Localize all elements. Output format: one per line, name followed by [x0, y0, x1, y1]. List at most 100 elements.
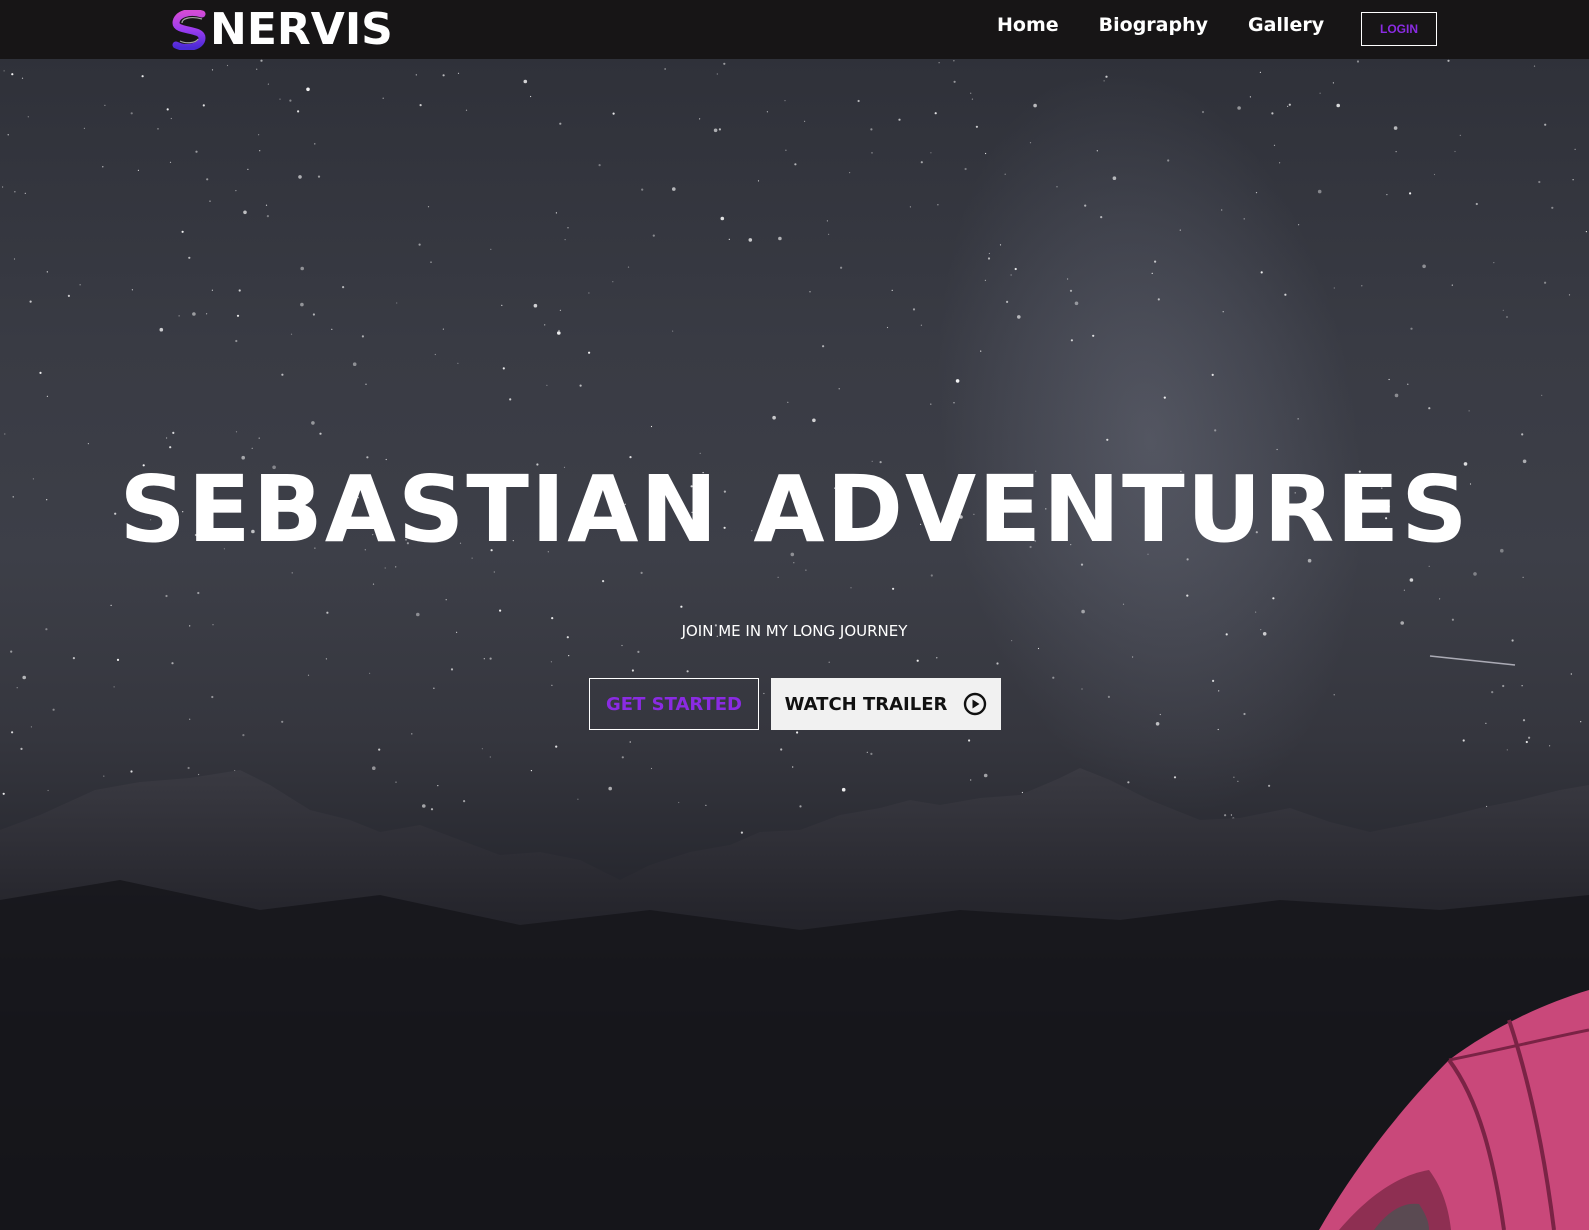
star	[705, 804, 707, 807]
star	[555, 212, 558, 214]
star	[672, 187, 676, 191]
star	[840, 266, 843, 269]
star	[260, 59, 263, 62]
star	[1233, 776, 1235, 778]
star	[490, 248, 492, 250]
star	[1255, 192, 1258, 194]
star	[1092, 334, 1095, 337]
star	[1011, 640, 1013, 642]
star	[777, 576, 779, 578]
star	[892, 587, 895, 590]
star	[437, 785, 439, 787]
star	[1361, 285, 1363, 287]
star	[395, 781, 397, 783]
star	[1118, 814, 1121, 817]
star	[792, 766, 794, 768]
star	[980, 350, 982, 352]
star	[728, 238, 730, 240]
star	[555, 745, 558, 748]
brand-logo[interactable]: NERVIS	[172, 8, 393, 52]
star	[985, 152, 987, 155]
star	[718, 128, 722, 131]
star	[1237, 780, 1239, 782]
star	[11, 73, 14, 76]
star	[395, 566, 397, 568]
star	[52, 708, 55, 711]
star	[242, 734, 245, 737]
star	[1298, 224, 1300, 226]
star	[968, 739, 971, 742]
star	[172, 431, 175, 434]
star	[550, 661, 553, 663]
star	[314, 143, 316, 145]
star	[90, 811, 92, 814]
nav-link-gallery[interactable]: Gallery	[1248, 14, 1324, 36]
star	[312, 313, 315, 316]
nav-link-biography[interactable]: Biography	[1099, 14, 1208, 36]
star	[298, 175, 302, 179]
star	[530, 770, 533, 772]
star	[1459, 134, 1461, 136]
star	[1549, 809, 1554, 814]
star	[67, 294, 70, 297]
nav-link-home[interactable]: Home	[997, 14, 1059, 36]
star	[1218, 690, 1220, 692]
star	[568, 655, 570, 657]
star	[1279, 162, 1281, 164]
star	[258, 134, 260, 136]
star	[256, 68, 258, 70]
star	[137, 169, 139, 171]
star	[841, 787, 846, 792]
star	[891, 289, 893, 291]
login-button[interactable]: LOGIN	[1361, 12, 1437, 46]
star	[442, 328, 444, 330]
star	[20, 747, 23, 751]
star	[1443, 833, 1446, 836]
star	[243, 210, 247, 215]
star	[422, 804, 426, 808]
star	[664, 68, 666, 70]
star	[1356, 60, 1360, 63]
star	[445, 599, 447, 601]
star	[1499, 818, 1502, 821]
get-started-button[interactable]: GET STARTED	[589, 678, 759, 730]
star	[930, 152, 932, 154]
star	[938, 62, 940, 64]
star	[1403, 589, 1405, 591]
star	[1580, 721, 1582, 723]
star	[279, 98, 281, 100]
star	[1410, 327, 1413, 330]
star	[110, 604, 112, 607]
star	[21, 77, 24, 79]
star	[1259, 71, 1261, 73]
star	[1214, 429, 1217, 432]
star	[1568, 294, 1571, 296]
star	[627, 266, 630, 268]
star	[558, 329, 560, 332]
star	[165, 594, 168, 598]
star	[1394, 393, 1399, 398]
star	[1243, 712, 1246, 716]
star	[996, 662, 999, 665]
star	[805, 569, 807, 571]
watch-trailer-button[interactable]: WATCH TRAILER	[771, 678, 1001, 730]
star	[621, 644, 623, 647]
star	[567, 227, 569, 229]
star	[1021, 791, 1024, 794]
star	[886, 326, 889, 329]
star	[450, 668, 454, 671]
star	[1473, 572, 1477, 576]
star	[29, 300, 32, 303]
star	[1127, 781, 1130, 784]
star	[794, 163, 797, 166]
star	[463, 800, 466, 803]
star	[102, 166, 104, 168]
star	[433, 687, 435, 689]
star	[1333, 287, 1335, 289]
star	[955, 379, 960, 383]
star	[46, 271, 48, 273]
star	[259, 150, 261, 152]
star	[489, 756, 491, 758]
star	[1525, 740, 1528, 744]
star	[141, 75, 144, 78]
